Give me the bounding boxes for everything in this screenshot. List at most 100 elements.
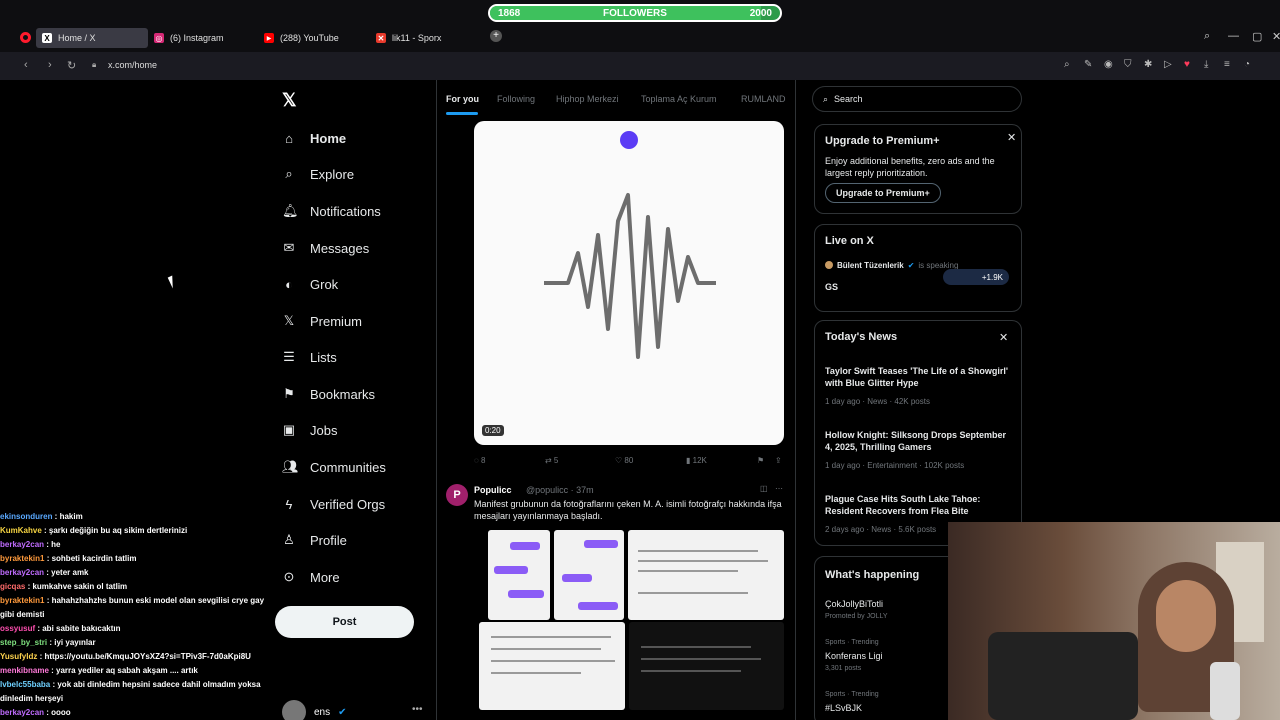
tweet-text: Manifest grubunun da fotoğraflarını çeke… [474, 499, 782, 521]
download-icon[interactable]: ⤓ [1204, 59, 1208, 70]
chat-message: ossyusuf : abi sabite bakıcaktın [0, 622, 275, 636]
video-player[interactable]: 0:20 [474, 121, 784, 445]
tab-label: lik11 - Sporx [392, 33, 442, 43]
sporx-icon: ✕ [376, 33, 386, 43]
chat-separator: : [44, 596, 52, 605]
tweet-author[interactable]: Populicc [474, 485, 512, 495]
sidebar-item-bookmarks[interactable]: ⚑ Bookmarks [282, 382, 375, 406]
reply-icon[interactable]: ◌ 8 [474, 456, 485, 465]
forward-icon[interactable]: › [48, 59, 52, 71]
sidebar-item-label: Bookmarks [310, 386, 376, 402]
like-icon[interactable]: ♡ 80 [615, 456, 633, 465]
more-dots-icon[interactable]: ⋯ [775, 484, 783, 493]
tweet-image[interactable] [554, 530, 624, 620]
sidebar-item-jobs[interactable]: ▣ Jobs [282, 418, 338, 442]
avatar[interactable]: P [446, 484, 468, 506]
tweet-image[interactable] [629, 622, 784, 710]
retweet-icon[interactable]: ⇄ 5 [545, 456, 558, 465]
tab-instagram[interactable]: ◎ (6) Instagram [148, 28, 258, 48]
profile-icon[interactable]: ◔ [1244, 59, 1250, 70]
views-icon[interactable]: ▮ 12K [686, 456, 707, 465]
tab-toplama[interactable]: Toplama Aç Kurum [641, 94, 717, 104]
sidebar-item-explore[interactable]: ⌕ Explore [282, 162, 354, 186]
sidebar-item-verified-orgs[interactable]: ϟ Verified Orgs [282, 492, 386, 516]
sidebar-item-communities[interactable]: 👥︎ Communities [282, 455, 386, 479]
tab-rumland[interactable]: RUMLAND [741, 94, 786, 104]
chat-username[interactable]: Yusufyldz [0, 652, 37, 661]
sidebar-item-profile[interactable]: ♙ Profile [282, 528, 347, 552]
close-icon[interactable]: ✕ [1007, 131, 1016, 144]
chat-username[interactable]: step_by_stri [0, 638, 47, 647]
x-logo-icon: X [42, 33, 52, 43]
sidebar-item-notifications[interactable]: 🔔︎ Notifications [282, 199, 381, 223]
heart-icon[interactable]: ♥ [1184, 59, 1190, 70]
trend-label[interactable]: Konferans Ligi [825, 651, 883, 661]
post-button[interactable]: Post [275, 606, 414, 638]
chat-username[interactable]: gicqas [0, 582, 25, 591]
minimize-icon[interactable]: — [1228, 30, 1239, 42]
chat-username[interactable]: berkay2can [0, 540, 44, 549]
bookmark-icon[interactable]: ⚑ [757, 456, 764, 465]
sidebar-item-home[interactable]: ⌂ Home [282, 126, 346, 150]
grok-icon[interactable]: ◫ [760, 484, 768, 493]
trend-label[interactable]: #LSvBJK [825, 703, 862, 713]
sidebar-item-more[interactable]: ⊙ More [282, 565, 340, 589]
more-dots-icon[interactable]: ••• [412, 704, 423, 715]
tab-following[interactable]: Following [497, 94, 535, 104]
tweet-image[interactable] [488, 530, 550, 620]
back-icon[interactable]: ‹ [24, 59, 28, 71]
opera-logo-icon[interactable] [20, 32, 31, 43]
search-icon[interactable]: ⌕ [1064, 59, 1070, 70]
listener-count[interactable]: +1.9K [943, 269, 1009, 285]
sidebar-item-grok[interactable]: ◐ Grok [282, 272, 338, 296]
chat-username[interactable]: KumKahve [0, 526, 42, 535]
sidebar-item-premium[interactable]: 𝕏 Premium [282, 309, 362, 333]
shield-icon[interactable]: ⛉ [1124, 59, 1132, 70]
chat-username[interactable]: berkay2can [0, 708, 44, 717]
live-host-row[interactable]: Bülent Tüzenlerik ✔ is speaking [825, 261, 958, 270]
tweet-image[interactable] [479, 622, 625, 710]
tab-sporx[interactable]: ✕ lik11 - Sporx [370, 28, 480, 48]
reload-icon[interactable]: ↻ [67, 59, 76, 72]
news-headline[interactable]: Taylor Swift Teases 'The Life of a Showg… [825, 365, 1015, 389]
tab-home-x[interactable]: X Home / X [36, 28, 148, 48]
chat-text: iyi yayınlar [54, 638, 96, 647]
tab-youtube[interactable]: ▶ (288) YouTube [258, 28, 368, 48]
briefcase-icon: ▣ [282, 422, 296, 437]
chat-username[interactable]: lvbelc55baba [0, 680, 50, 689]
sidebar-item-label: Notifications [310, 203, 381, 219]
chat-message: lvbelc55baba : yok abi dinledim hepsini … [0, 678, 275, 706]
close-icon[interactable]: ✕ [1272, 30, 1280, 43]
maximize-icon[interactable]: ▢ [1252, 30, 1262, 43]
news-headline[interactable]: Plague Case Hits South Lake Tahoe: Resid… [825, 493, 1015, 517]
edit-icon[interactable]: ✎ [1084, 59, 1092, 70]
sidebar-item-label: Messages [310, 240, 370, 256]
share-icon[interactable]: ⇪ [775, 456, 782, 465]
search-input[interactable]: ⌕ Search [812, 86, 1022, 112]
search-tabs-icon[interactable]: ⌕ [1204, 30, 1210, 43]
live-topic[interactable]: GS [825, 281, 838, 293]
chat-username[interactable]: byraktekin1 [0, 596, 44, 605]
sidebar-item-lists[interactable]: ☰ Lists [282, 345, 337, 369]
chat-username[interactable]: menkibname [0, 666, 49, 675]
tab-hiphop-merkezi[interactable]: Hiphop Merkezi [556, 94, 619, 104]
x-logo-icon[interactable]: 𝕏 [282, 90, 297, 111]
extension-icon[interactable]: ✱ [1144, 59, 1152, 70]
url-field[interactable]: x.com/home [108, 60, 157, 70]
tweet-image[interactable] [628, 530, 784, 620]
account-switcher[interactable]: ens ✔ ••• [282, 700, 423, 720]
trend-label[interactable]: ÇokJollyBiTotli [825, 599, 883, 609]
menu-icon[interactable]: ≡ [1224, 59, 1230, 70]
play-icon[interactable]: ▷ [1164, 59, 1172, 70]
news-headline[interactable]: Hollow Knight: Silksong Drops September … [825, 429, 1015, 453]
sidebar-item-messages[interactable]: ✉ Messages [282, 236, 370, 260]
chat-username[interactable]: ossyusuf [0, 624, 35, 633]
close-icon[interactable]: ✕ [999, 331, 1008, 344]
tab-for-you[interactable]: For you [446, 94, 479, 104]
new-tab-icon[interactable]: + [490, 30, 502, 42]
chat-username[interactable]: ekinsonduren [0, 512, 52, 521]
upgrade-premium-button[interactable]: Upgrade to Premium+ [825, 183, 941, 203]
camera-icon[interactable]: ◉ [1104, 59, 1113, 70]
chat-username[interactable]: byraktekin1 [0, 554, 44, 563]
chat-username[interactable]: berkay2can [0, 568, 44, 577]
